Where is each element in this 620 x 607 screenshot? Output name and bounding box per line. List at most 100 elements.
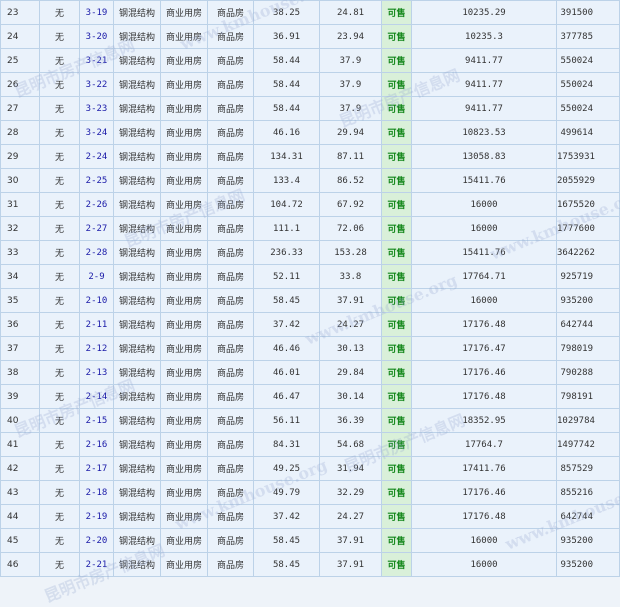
- structure-cell: 钢混结构: [113, 192, 161, 217]
- total-price-cell: 925719: [556, 264, 620, 289]
- structure-cell: 钢混结构: [113, 552, 161, 577]
- no-field-cell: 无: [39, 504, 80, 529]
- total-price-cell: 550024: [556, 48, 620, 73]
- structure-cell: 钢混结构: [113, 456, 161, 481]
- property-type-cell: 商品房: [207, 336, 254, 361]
- sale-status-cell: 可售: [381, 240, 412, 265]
- unit-price-cell: 17176.48: [411, 384, 557, 409]
- usage-cell: 商业用房: [160, 312, 208, 337]
- total-price-cell: 1675520: [556, 192, 620, 217]
- structure-cell: 钢混结构: [113, 480, 161, 505]
- structure-cell: 钢混结构: [113, 96, 161, 121]
- property-type-cell: 商品房: [207, 48, 254, 73]
- usage-cell: 商业用房: [160, 432, 208, 457]
- inner-area-cell: 24.27: [319, 312, 382, 337]
- total-price-cell: 550024: [556, 72, 620, 97]
- row-number-cell: 25: [0, 48, 40, 73]
- total-price-cell: 377785: [556, 24, 620, 49]
- unit-price-cell: 10235.29: [411, 0, 557, 25]
- building-area-cell: 49.79: [253, 480, 320, 505]
- building-area-cell: 52.11: [253, 264, 320, 289]
- no-field-cell: 无: [39, 72, 80, 97]
- usage-cell: 商业用房: [160, 336, 208, 361]
- inner-area-cell: 153.28: [319, 240, 382, 265]
- unit-price-cell: 16000: [411, 528, 557, 553]
- building-area-cell: 111.1: [253, 216, 320, 241]
- inner-area-cell: 54.68: [319, 432, 382, 457]
- unit-price-cell: 9411.77: [411, 48, 557, 73]
- no-field-cell: 无: [39, 24, 80, 49]
- room-number-cell: 2-28: [79, 240, 114, 265]
- inner-area-cell: 29.94: [319, 120, 382, 145]
- structure-cell: 钢混结构: [113, 168, 161, 193]
- usage-cell: 商业用房: [160, 192, 208, 217]
- room-number-cell: 2-16: [79, 432, 114, 457]
- room-number-cell: 2-27: [79, 216, 114, 241]
- property-type-cell: 商品房: [207, 216, 254, 241]
- room-number-cell: 3-20: [79, 24, 114, 49]
- structure-cell: 钢混结构: [113, 408, 161, 433]
- inner-area-cell: 86.52: [319, 168, 382, 193]
- inner-area-cell: 67.92: [319, 192, 382, 217]
- property-type-cell: 商品房: [207, 168, 254, 193]
- usage-cell: 商业用房: [160, 48, 208, 73]
- table-row: 43 无 2-18 钢混结构 商业用房 商品房 49.79 32.29 可售 17176.46 85…: [0, 480, 620, 505]
- unit-price-cell: 17764.71: [411, 264, 557, 289]
- table-row: 25 无 3-21 钢混结构 商业用房 商品房 58.44 37.9 可售 9411.77 5500…: [0, 48, 620, 73]
- total-price-cell: 3642262: [556, 240, 620, 265]
- inner-area-cell: 37.9: [319, 48, 382, 73]
- structure-cell: 钢混结构: [113, 288, 161, 313]
- row-number-cell: 37: [0, 336, 40, 361]
- structure-cell: 钢混结构: [113, 72, 161, 97]
- room-number-cell: 2-17: [79, 456, 114, 481]
- property-type-cell: 商品房: [207, 192, 254, 217]
- no-field-cell: 无: [39, 264, 80, 289]
- unit-price-cell: 17176.46: [411, 360, 557, 385]
- unit-price-cell: 10235.3: [411, 24, 557, 49]
- structure-cell: 钢混结构: [113, 120, 161, 145]
- inner-area-cell: 24.81: [319, 0, 382, 25]
- building-area-cell: 134.31: [253, 144, 320, 169]
- structure-cell: 钢混结构: [113, 144, 161, 169]
- inner-area-cell: 30.13: [319, 336, 382, 361]
- inner-area-cell: 87.11: [319, 144, 382, 169]
- table-row: 27 无 3-23 钢混结构 商业用房 商品房 58.44 37.9 可售 9411.77 5500…: [0, 96, 620, 121]
- row-number-cell: 26: [0, 72, 40, 97]
- unit-price-cell: 17764.7: [411, 432, 557, 457]
- table-row: 38 无 2-13 钢混结构 商业用房 商品房 46.01 29.84 可售 17176.46 79…: [0, 360, 620, 385]
- total-price-cell: 855216: [556, 480, 620, 505]
- table-row: 40 无 2-15 钢混结构 商业用房 商品房 56.11 36.39 可售 18352.95 10…: [0, 408, 620, 433]
- no-field-cell: 无: [39, 456, 80, 481]
- row-number-cell: 31: [0, 192, 40, 217]
- total-price-cell: 935200: [556, 528, 620, 553]
- table-row: 35 无 2-10 钢混结构 商业用房 商品房 58.45 37.91 可售 16000 93520…: [0, 288, 620, 313]
- table-row: 36 无 2-11 钢混结构 商业用房 商品房 37.42 24.27 可售 17176.48 64…: [0, 312, 620, 337]
- no-field-cell: 无: [39, 144, 80, 169]
- inner-area-cell: 37.91: [319, 528, 382, 553]
- row-number-cell: 23: [0, 0, 40, 25]
- row-number-cell: 24: [0, 24, 40, 49]
- unit-price-cell: 16000: [411, 552, 557, 577]
- table-row: 37 无 2-12 钢混结构 商业用房 商品房 46.46 30.13 可售 17176.47 79…: [0, 336, 620, 361]
- sale-status-cell: 可售: [381, 528, 412, 553]
- building-area-cell: 49.25: [253, 456, 320, 481]
- sale-status-cell: 可售: [381, 192, 412, 217]
- building-area-cell: 58.44: [253, 48, 320, 73]
- property-type-cell: 商品房: [207, 552, 254, 577]
- total-price-cell: 1753931: [556, 144, 620, 169]
- sale-status-cell: 可售: [381, 168, 412, 193]
- unit-price-cell: 16000: [411, 288, 557, 313]
- usage-cell: 商业用房: [160, 216, 208, 241]
- table-row: 45 无 2-20 钢混结构 商业用房 商品房 58.45 37.91 可售 16000 93520…: [0, 528, 620, 553]
- unit-price-cell: 18352.95: [411, 408, 557, 433]
- row-number-cell: 28: [0, 120, 40, 145]
- total-price-cell: 642744: [556, 504, 620, 529]
- building-area-cell: 37.42: [253, 312, 320, 337]
- table-row: 26 无 3-22 钢混结构 商业用房 商品房 58.44 37.9 可售 9411.77 5500…: [0, 72, 620, 97]
- room-number-cell: 2-14: [79, 384, 114, 409]
- row-number-cell: 36: [0, 312, 40, 337]
- structure-cell: 钢混结构: [113, 24, 161, 49]
- total-price-cell: 1497742: [556, 432, 620, 457]
- usage-cell: 商业用房: [160, 168, 208, 193]
- usage-cell: 商业用房: [160, 240, 208, 265]
